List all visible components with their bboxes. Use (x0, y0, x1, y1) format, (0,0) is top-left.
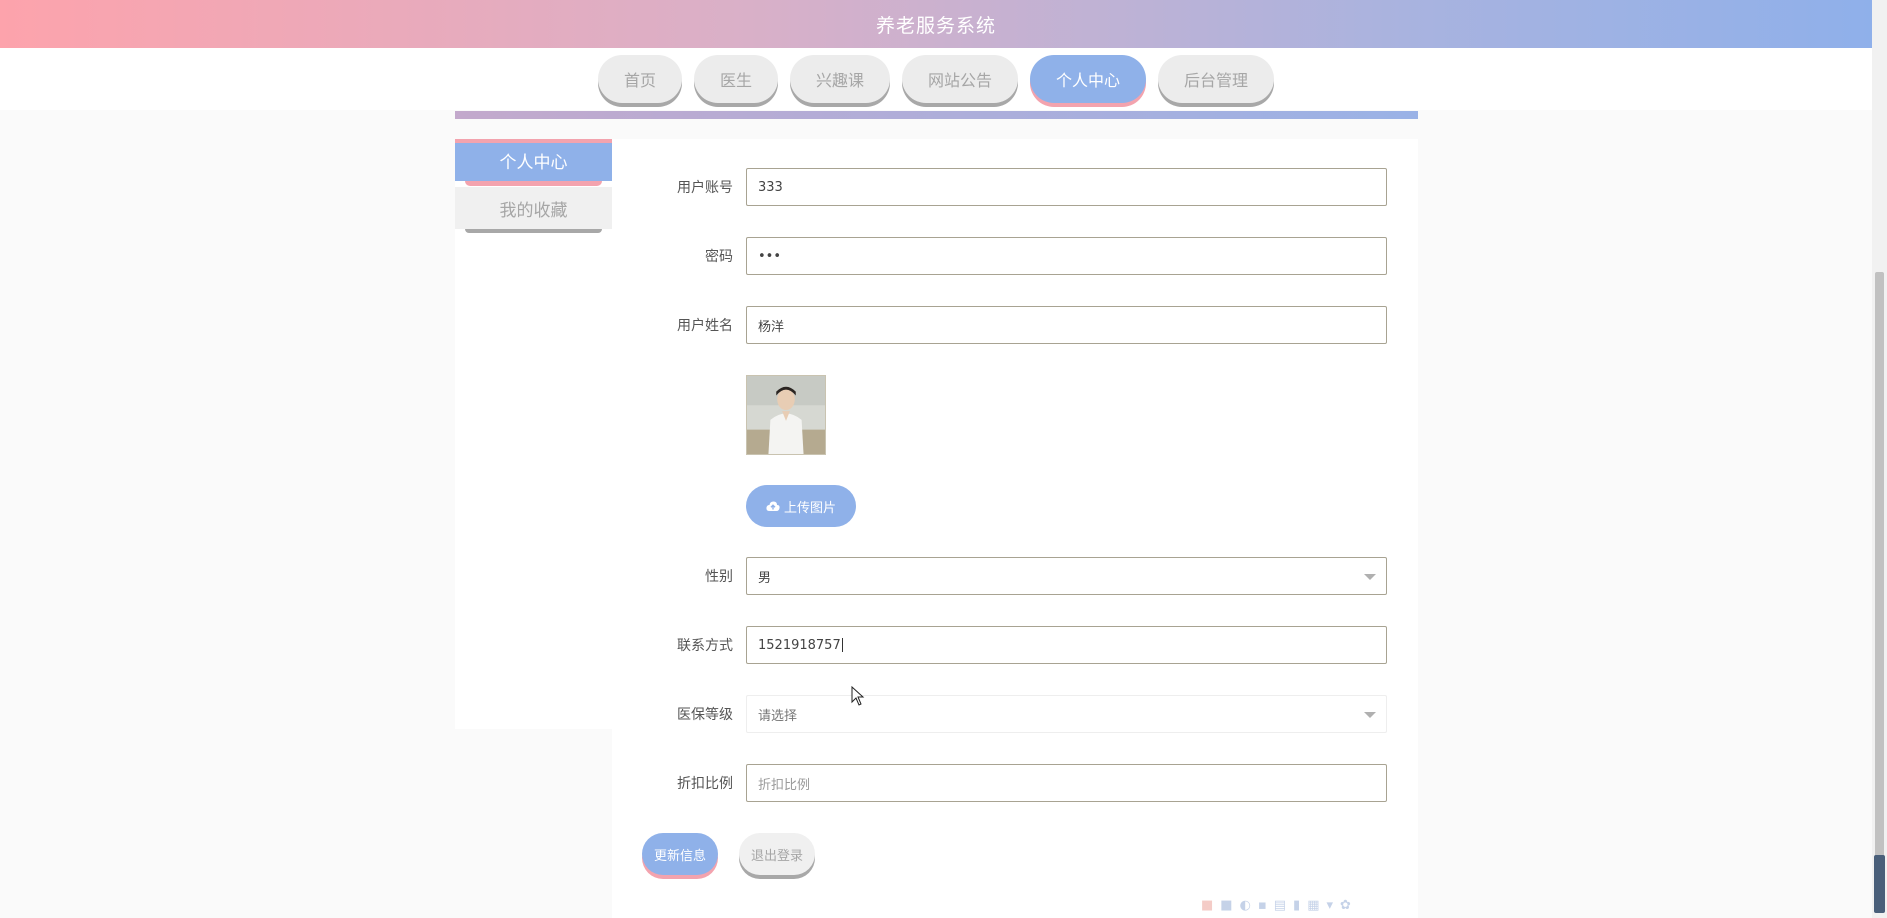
discount-label: 折扣比例 (677, 776, 733, 792)
sidebar-item-favorites[interactable]: 我的收藏 (455, 187, 612, 233)
password-input[interactable]: ••• (746, 237, 1387, 275)
tab-announcements[interactable]: 网站公告 (902, 55, 1019, 103)
password-label: 密码 (705, 249, 733, 265)
password-row: 密码 ••• (612, 237, 1418, 277)
gender-value: 男 (758, 570, 772, 586)
upload-button-label: 上传图片 (783, 500, 836, 516)
gender-label: 性别 (705, 569, 733, 585)
discount-row: 折扣比例 折扣比例 (612, 764, 1418, 804)
ime-simplified-icon: ▦ (1307, 897, 1320, 913)
accent-bar (455, 111, 1418, 119)
name-row: 用户姓名 杨洋 (612, 306, 1418, 346)
account-input[interactable]: 333 (746, 168, 1387, 206)
phone-input[interactable]: 1521918757 (746, 626, 1387, 664)
ime-keyboard-icon: ▤ (1273, 897, 1287, 913)
ime-chinese-icon: ■ (1220, 897, 1233, 913)
site-title: 养老服务系统 (875, 14, 996, 37)
update-info-button[interactable]: 更新信息 (642, 833, 718, 875)
phone-row: 联系方式 1521918757 (612, 626, 1418, 666)
insurance-select[interactable]: 请选择 (746, 695, 1387, 733)
avatar-image (746, 375, 826, 455)
name-label: 用户姓名 (677, 318, 733, 334)
ime-punctuation-icon: ▪ (1257, 897, 1267, 913)
tab-admin[interactable]: 后台管理 (1158, 55, 1275, 103)
tab-personal-center[interactable]: 个人中心 (1030, 55, 1147, 103)
phone-label: 联系方式 (677, 638, 733, 654)
ime-skin-icon: ▾ (1326, 897, 1334, 913)
ime-settings-icon: ✿ (1340, 897, 1351, 913)
insurance-label: 医保等级 (677, 707, 733, 723)
tab-doctors[interactable]: 医生 (693, 55, 778, 103)
mouse-cursor-icon (851, 685, 865, 710)
upload-image-button[interactable]: 上传图片 (746, 485, 856, 527)
tab-home[interactable]: 首页 (597, 55, 682, 103)
account-label: 用户账号 (677, 180, 733, 196)
ime-mic-icon: ▮ (1293, 897, 1301, 913)
discount-input[interactable]: 折扣比例 (746, 764, 1387, 802)
gender-row: 性别 男 (612, 557, 1418, 597)
sidebar-item-personal-center[interactable]: 个人中心 (455, 139, 612, 186)
ime-toolbar[interactable]: ■ ■ ◐ ▪ ▤ ▮ ▦ ▾ ✿ (1201, 896, 1351, 914)
text-caret (841, 638, 843, 652)
sidebar: 个人中心 我的收藏 (455, 139, 612, 729)
name-input[interactable]: 杨洋 (746, 306, 1387, 344)
insurance-placeholder: 请选择 (758, 708, 798, 724)
phone-value: 1521918757 (758, 637, 841, 653)
cloud-upload-icon (766, 501, 780, 511)
ime-moon-icon: ◐ (1239, 897, 1251, 913)
ime-logo-icon: ■ (1201, 897, 1214, 913)
chevron-down-icon (1364, 574, 1376, 580)
top-header: 养老服务系统 (0, 0, 1872, 48)
logout-button[interactable]: 退出登录 (739, 833, 815, 875)
profile-form: 用户账号 333 密码 ••• 用户姓名 杨洋 上传图片 性别 男 联系方式 1… (612, 139, 1418, 918)
scrollbar-overlay-widget (1874, 855, 1885, 913)
scrollbar-thumb[interactable] (1875, 272, 1884, 912)
account-row: 用户账号 333 (612, 168, 1418, 208)
page-scrollbar[interactable] (1872, 0, 1887, 918)
insurance-row: 医保等级 请选择 (612, 695, 1418, 735)
gender-select[interactable]: 男 (746, 557, 1387, 595)
tab-interest-classes[interactable]: 兴趣课 (789, 55, 890, 103)
avatar-photo-icon (747, 376, 825, 454)
main-nav: 首页 医生 兴趣课 网站公告 个人中心 后台管理 (0, 55, 1872, 103)
chevron-down-icon (1364, 712, 1376, 718)
